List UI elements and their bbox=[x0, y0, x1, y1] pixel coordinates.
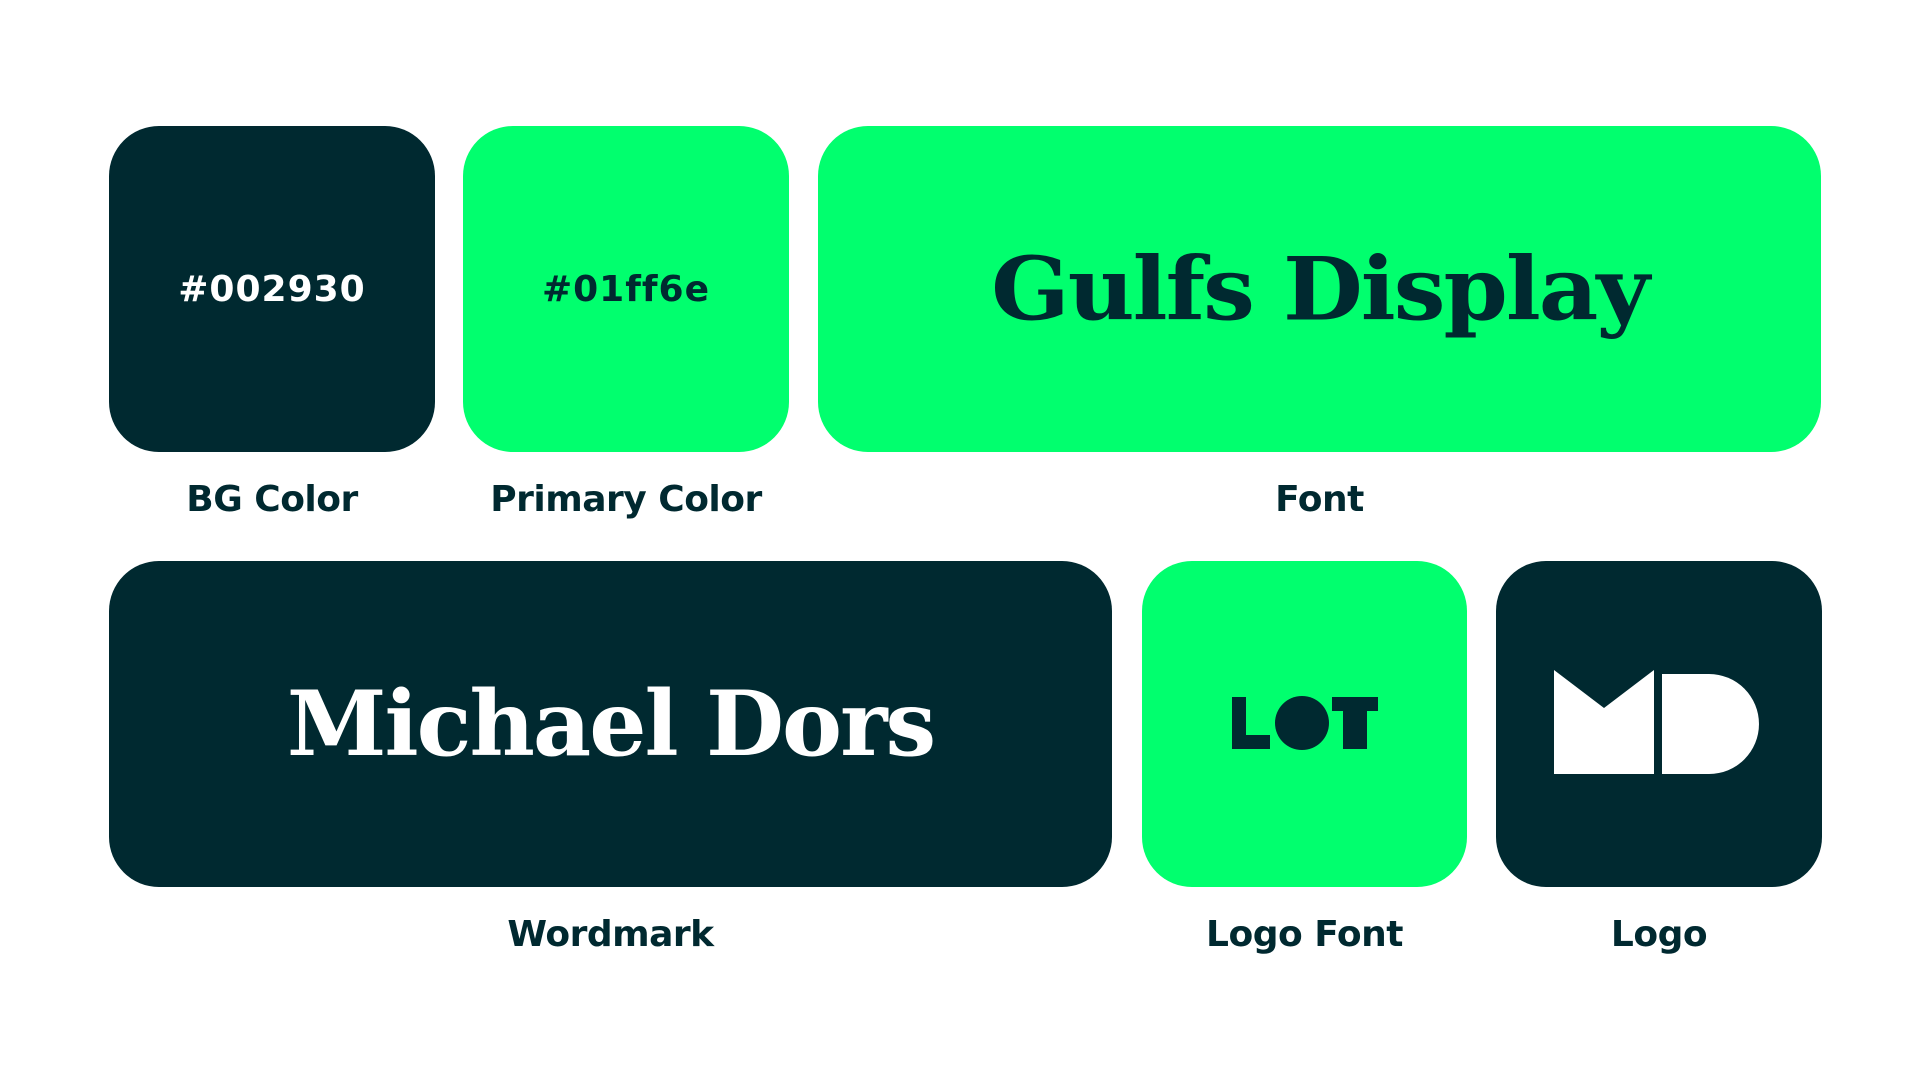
bg-color-hex: #002930 bbox=[178, 268, 366, 310]
primary-color-hex: #01ff6e bbox=[541, 268, 711, 310]
font-caption: Font bbox=[1275, 479, 1364, 520]
logo-font-tile bbox=[1142, 561, 1467, 887]
logo-tile bbox=[1496, 561, 1822, 887]
md-monogram-icon bbox=[1554, 670, 1759, 774]
font-sample-text: Gulfs Display bbox=[991, 237, 1650, 341]
lot-logo-icon bbox=[1231, 696, 1378, 750]
bg-color-caption: BG Color bbox=[186, 479, 358, 520]
logo-caption: Logo bbox=[1610, 914, 1708, 955]
primary-color-caption: Primary Color bbox=[490, 479, 762, 520]
font-sample-tile: Gulfs Display bbox=[818, 126, 1821, 452]
bg-color-swatch: #002930 bbox=[109, 126, 435, 452]
wordmark-tile: Michael Dors bbox=[109, 561, 1112, 887]
primary-color-swatch: #01ff6e bbox=[463, 126, 789, 452]
logo-font-caption: Logo Font bbox=[1206, 914, 1403, 955]
wordmark-text: Michael Dors bbox=[286, 671, 936, 777]
wordmark-caption: Wordmark bbox=[507, 914, 714, 955]
